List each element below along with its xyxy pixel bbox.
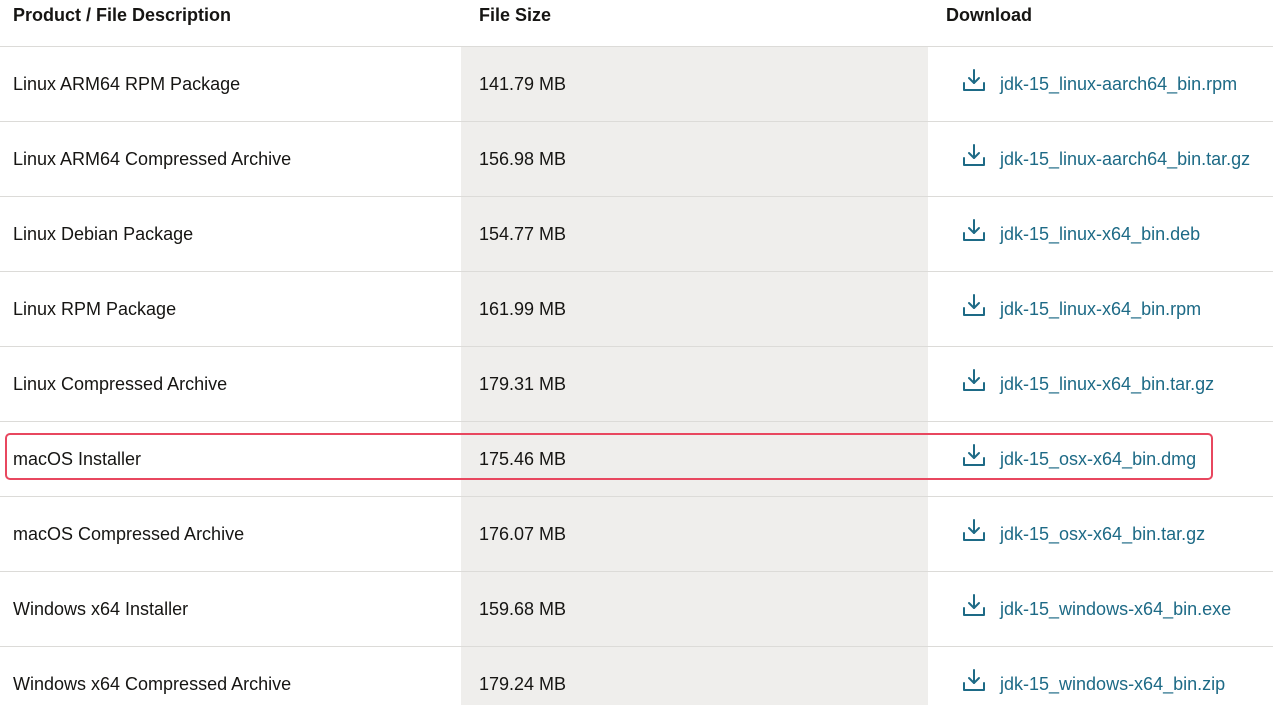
download-icon — [961, 368, 987, 394]
download-icon — [961, 218, 987, 244]
downloads-table: Product / File Description File Size Dow… — [0, 0, 1273, 705]
download-link[interactable]: jdk-15_linux-x64_bin.tar.gz — [961, 347, 1214, 421]
row-file-size: 175.46 MB — [479, 448, 567, 469]
download-link-text[interactable]: jdk-15_linux-x64_bin.deb — [1000, 224, 1200, 245]
row-file-size: 154.77 MB — [479, 223, 567, 244]
download-icon — [961, 518, 987, 544]
download-link[interactable]: jdk-15_linux-x64_bin.rpm — [961, 272, 1201, 346]
row-description: Linux ARM64 RPM Package — [13, 73, 241, 94]
table-row: Linux RPM Package 161.99 MB jdk-15_linux-x… — [0, 272, 1273, 347]
header-file-size: File Size — [479, 5, 552, 25]
row-description: Windows x64 Installer — [13, 598, 189, 619]
download-link[interactable]: jdk-15_osx-x64_bin.dmg — [961, 422, 1196, 496]
download-link-text[interactable]: jdk-15_windows-x64_bin.zip — [1000, 674, 1225, 695]
row-file-size: 156.98 MB — [479, 148, 567, 169]
row-description: Windows x64 Compressed Archive — [13, 673, 292, 694]
row-file-size: 159.68 MB — [479, 598, 567, 619]
download-icon — [961, 668, 987, 694]
download-link[interactable]: jdk-15_linux-aarch64_bin.rpm — [961, 47, 1237, 121]
download-link[interactable]: jdk-15_windows-x64_bin.zip — [961, 647, 1225, 721]
row-file-size: 161.99 MB — [479, 298, 567, 319]
download-link-text[interactable]: jdk-15_osx-x64_bin.dmg — [1000, 449, 1196, 470]
table-row: Linux Debian Package 154.77 MB jdk-15_linu… — [0, 197, 1273, 272]
table-row: macOS Compressed Archive 176.07 MB jdk-15_… — [0, 497, 1273, 572]
table-row: Windows x64 Compressed Archive 179.24 MB j… — [0, 647, 1273, 721]
download-icon — [961, 68, 987, 94]
download-link[interactable]: jdk-15_windows-x64_bin.exe — [961, 572, 1231, 646]
header-description: Product / File Description — [13, 5, 232, 25]
row-file-size: 176.07 MB — [479, 523, 567, 544]
download-link[interactable]: jdk-15_osx-x64_bin.tar.gz — [961, 497, 1205, 571]
download-link-text[interactable]: jdk-15_linux-x64_bin.rpm — [1000, 299, 1201, 320]
table-row: Linux ARM64 Compressed Archive 156.98 MB j… — [0, 122, 1273, 197]
download-link-text[interactable]: jdk-15_linux-x64_bin.tar.gz — [1000, 374, 1214, 395]
download-icon — [961, 143, 987, 169]
download-link[interactable]: jdk-15_linux-x64_bin.deb — [961, 197, 1200, 271]
header-download: Download — [946, 5, 1032, 25]
row-file-size: 141.79 MB — [479, 73, 567, 94]
download-icon — [961, 593, 987, 619]
download-icon — [961, 443, 987, 469]
table-row: macOS Installer 175.46 MB jdk-15_osx-x64_b… — [0, 422, 1273, 497]
row-description: Linux Debian Package — [13, 223, 194, 244]
download-link-text[interactable]: jdk-15_osx-x64_bin.tar.gz — [1000, 524, 1205, 545]
row-description: Linux Compressed Archive — [13, 373, 228, 394]
row-description: macOS Compressed Archive — [13, 523, 245, 544]
row-file-size: 179.31 MB — [479, 373, 567, 394]
table-header: Product / File Description File Size Dow… — [0, 0, 1273, 47]
download-link-text[interactable]: jdk-15_windows-x64_bin.exe — [1000, 599, 1231, 620]
row-description: macOS Installer — [13, 448, 142, 469]
row-file-size: 179.24 MB — [479, 673, 567, 694]
download-link[interactable]: jdk-15_linux-aarch64_bin.tar.gz — [961, 122, 1250, 196]
table-row: Linux Compressed Archive 179.31 MB jdk-15_… — [0, 347, 1273, 422]
table-row: Linux ARM64 RPM Package 141.79 MB jdk-15_l… — [0, 47, 1273, 122]
download-link-text[interactable]: jdk-15_linux-aarch64_bin.rpm — [1000, 74, 1237, 95]
download-link-text[interactable]: jdk-15_linux-aarch64_bin.tar.gz — [1000, 149, 1250, 170]
table-row: Windows x64 Installer 159.68 MB jdk-15_win… — [0, 572, 1273, 647]
row-description: Linux RPM Package — [13, 298, 177, 319]
download-icon — [961, 293, 987, 319]
row-description: Linux ARM64 Compressed Archive — [13, 148, 292, 169]
